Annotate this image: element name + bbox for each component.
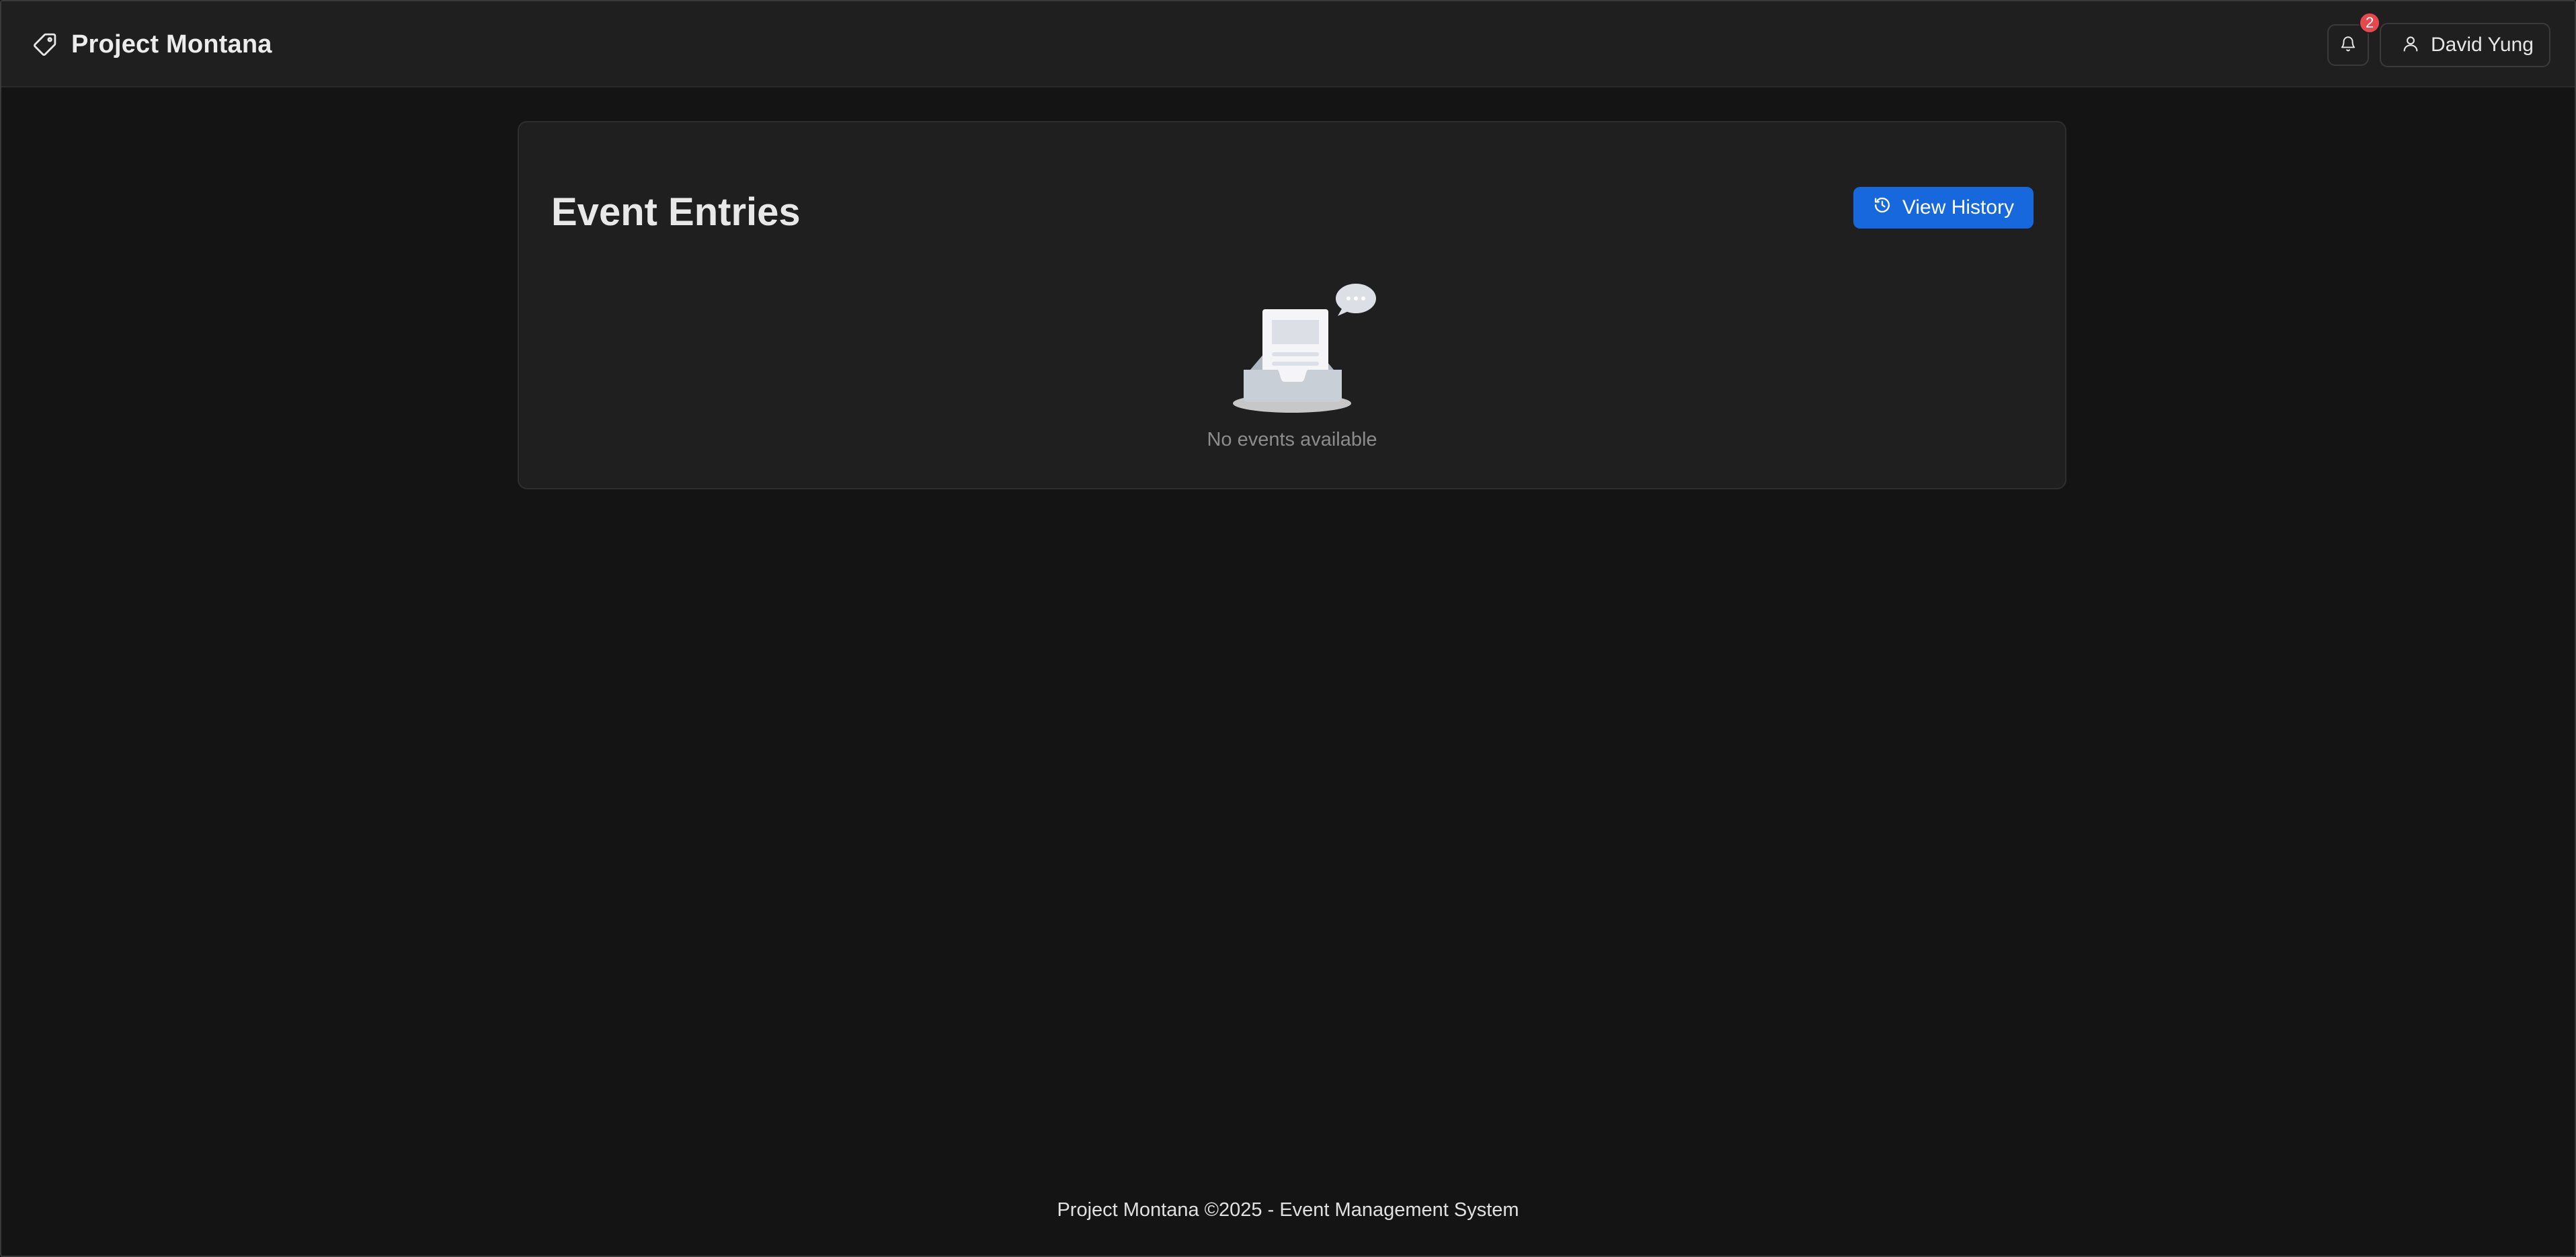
notification-count-badge: 2	[2359, 12, 2381, 34]
user-name: David Yung	[2431, 34, 2534, 56]
view-history-label: View History	[1902, 196, 2015, 218]
view-history-button[interactable]: View History	[1853, 187, 2034, 229]
history-icon	[1873, 196, 1892, 220]
footer-text: Project Montana ©2025 - Event Management…	[1057, 1199, 1519, 1221]
event-entries-card: Event Entries View History No events ava…	[518, 121, 2066, 489]
user-icon	[2401, 34, 2420, 56]
tag-icon	[32, 32, 58, 57]
app-window: Project Montana 2 David Yung Event Entri…	[0, 0, 2576, 1257]
bell-icon	[2339, 35, 2357, 56]
brand[interactable]: Project Montana	[32, 1, 272, 87]
empty-inbox-icon	[1230, 282, 1378, 417]
empty-state-text: No events available	[1207, 429, 1377, 450]
top-navbar: Project Montana 2 David Yung	[1, 1, 2575, 87]
user-menu-button[interactable]: David Yung	[2380, 23, 2550, 67]
page-title: Event Entries	[551, 190, 801, 234]
app-title: Project Montana	[71, 30, 272, 58]
